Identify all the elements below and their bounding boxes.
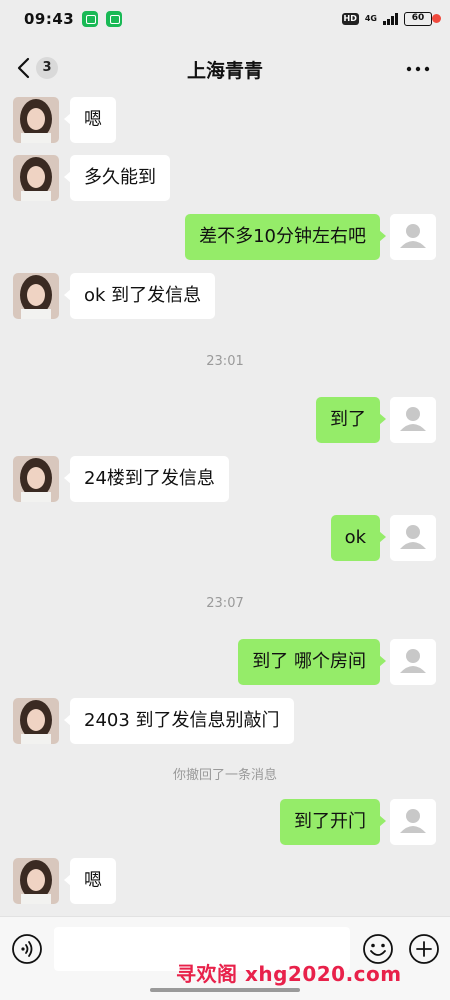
status-time: 09:43 [24, 10, 75, 28]
add-attachment-icon[interactable] [408, 933, 440, 965]
self-avatar[interactable] [390, 515, 436, 561]
contact-avatar[interactable] [13, 155, 59, 201]
outgoing-message-bubble[interactable]: 差不多10分钟左右吧 [185, 214, 386, 260]
more-options-icon[interactable] [406, 66, 430, 72]
signal-icon [383, 13, 398, 25]
wechat-notification-icon [106, 11, 123, 27]
chat-timestamp: 23:01 [206, 354, 244, 369]
incoming-message-bubble[interactable]: 多久能到 [64, 155, 170, 201]
incoming-message-bubble[interactable]: 24楼到了发信息 [64, 456, 229, 502]
network-type: 4G [364, 14, 377, 23]
home-indicator[interactable] [150, 988, 300, 992]
recall-notice: 你撤回了一条消息 [172, 768, 277, 783]
notification-app-icon [82, 11, 99, 27]
outgoing-message-bubble[interactable]: 到了开门 [280, 799, 386, 845]
contact-avatar[interactable] [13, 273, 59, 319]
incoming-message-bubble[interactable]: 嗯 [64, 97, 116, 143]
message-list[interactable]: 嗯 多久能到 差不多10分钟左右吧 ok 到了发信息 23:01 到了 24楼到… [0, 94, 450, 916]
incoming-message-bubble[interactable]: ok 到了发信息 [63, 273, 216, 319]
self-avatar[interactable] [390, 639, 436, 685]
chat-header: 3 上海青青 [0, 42, 450, 94]
incoming-message-bubble[interactable]: 嗯 [64, 858, 116, 904]
outgoing-message-bubble[interactable]: 到了 [316, 397, 386, 443]
status-bar: 09:43 HD 4G 60 [0, 0, 450, 38]
contact-avatar[interactable] [13, 858, 59, 904]
battery-icon: 60 [404, 12, 435, 26]
contact-avatar[interactable] [13, 698, 59, 744]
self-avatar[interactable] [390, 799, 436, 845]
voice-input-icon[interactable] [11, 933, 43, 965]
chat-title: 上海青青 [186, 60, 263, 82]
self-avatar[interactable] [390, 214, 436, 260]
hd-icon: HD [341, 13, 359, 25]
chat-timestamp: 23:07 [206, 596, 244, 611]
outgoing-message-bubble[interactable]: 到了 哪个房间 [238, 639, 386, 685]
outgoing-message-bubble[interactable]: ok [330, 515, 387, 561]
notification-dot [432, 14, 441, 23]
contact-avatar[interactable] [13, 97, 59, 143]
incoming-message-bubble[interactable]: 2403 到了发信息别敲门 [64, 698, 294, 744]
self-avatar[interactable] [390, 397, 436, 443]
watermark-text: 寻欢阁 xhg2020.com [176, 962, 402, 986]
contact-avatar[interactable] [13, 456, 59, 502]
